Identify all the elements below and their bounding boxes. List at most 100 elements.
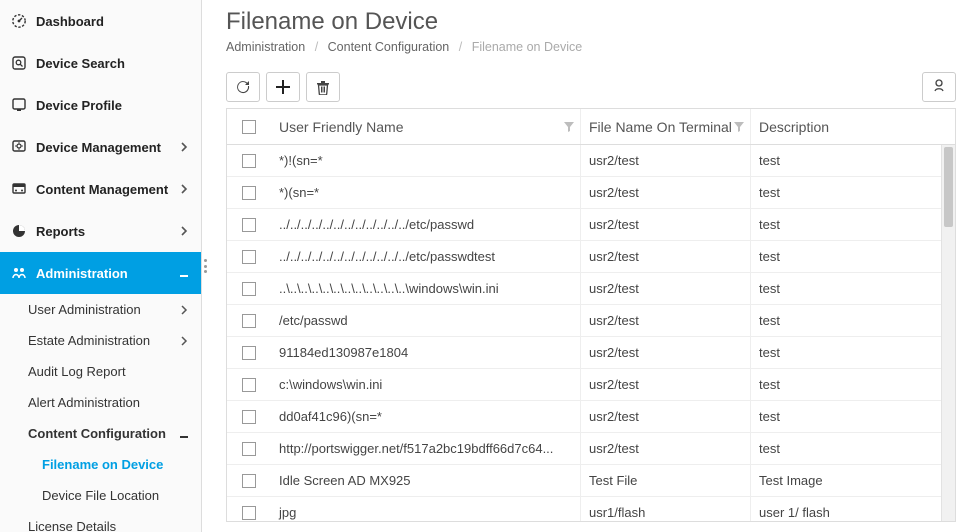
table-row[interactable]: jpgusr1/flashuser 1/ flash — [227, 497, 941, 521]
scrollbar-thumb[interactable] — [944, 147, 953, 227]
nav-administration[interactable]: Administration — [0, 252, 201, 294]
content-management-icon — [10, 180, 28, 198]
td-description: test — [751, 273, 941, 304]
collapse-icon — [177, 266, 191, 280]
trash-icon — [316, 80, 330, 95]
td-user-friendly-name: dd0af41c96)(sn=* — [271, 401, 581, 432]
sub-audit-log-report[interactable]: Audit Log Report — [0, 356, 201, 387]
td-file-name-on-terminal: usr2/test — [581, 337, 751, 368]
toolbar — [210, 66, 972, 108]
breadcrumb-sep: / — [315, 40, 318, 54]
table-row[interactable]: c:\windows\win.iniusr2/testtest — [227, 369, 941, 401]
table-row[interactable]: /etc/passwdusr2/testtest — [227, 305, 941, 337]
td-file-name-on-terminal: Test File — [581, 465, 751, 496]
row-checkbox[interactable] — [242, 186, 256, 200]
td-user-friendly-name: /etc/passwd — [271, 305, 581, 336]
nav-label: Device Profile — [36, 98, 122, 113]
td-select — [227, 209, 271, 240]
device-management-icon — [10, 138, 28, 156]
td-user-friendly-name: jpg — [271, 497, 581, 521]
sub-label: Content Configuration — [28, 426, 166, 441]
nav-device-profile[interactable]: Device Profile — [0, 84, 201, 126]
row-checkbox[interactable] — [242, 250, 256, 264]
nav-device-management[interactable]: Device Management — [0, 126, 201, 168]
row-checkbox[interactable] — [242, 346, 256, 360]
sub-content-configuration[interactable]: Content Configuration — [0, 418, 201, 449]
subsub-filename-on-device[interactable]: Filename on Device — [0, 449, 201, 480]
sub-label: Audit Log Report — [28, 364, 126, 379]
device-profile-icon — [10, 96, 28, 114]
table-row[interactable]: ../../../../../../../../../../../../etc/… — [227, 241, 941, 273]
row-checkbox[interactable] — [242, 442, 256, 456]
filter-icon[interactable] — [564, 122, 574, 132]
admin-subnav: User Administration Estate Administratio… — [0, 294, 201, 532]
refresh-button[interactable] — [226, 72, 260, 102]
main-content: Filename on Device Administration / Cont… — [210, 0, 972, 532]
dashboard-icon — [10, 12, 28, 30]
td-select — [227, 241, 271, 272]
td-file-name-on-terminal: usr2/test — [581, 401, 751, 432]
table-row[interactable]: http://portswigger.net/f517a2bc19bdff66d… — [227, 433, 941, 465]
sub-user-administration[interactable]: User Administration — [0, 294, 201, 325]
nav-device-search[interactable]: Device Search — [0, 42, 201, 84]
row-checkbox[interactable] — [242, 282, 256, 296]
td-select — [227, 305, 271, 336]
chevron-right-icon — [177, 140, 191, 154]
td-user-friendly-name: ../../../../../../../../../../../../etc/… — [271, 209, 581, 240]
table-row[interactable]: dd0af41c96)(sn=*usr2/testtest — [227, 401, 941, 433]
plus-icon — [276, 80, 290, 94]
table-row[interactable]: ../../../../../../../../../../../../etc/… — [227, 209, 941, 241]
select-all-checkbox[interactable] — [242, 120, 256, 134]
sub-license-details[interactable]: License Details — [0, 511, 201, 532]
th-description[interactable]: Description — [751, 109, 941, 144]
breadcrumb-content-configuration[interactable]: Content Configuration — [328, 40, 450, 54]
nav-dashboard[interactable]: Dashboard — [0, 0, 201, 42]
columns-button[interactable] — [922, 72, 956, 102]
row-checkbox[interactable] — [242, 506, 256, 520]
table-row[interactable]: *)(sn=*usr2/testtest — [227, 177, 941, 209]
table-row[interactable]: *)!(sn=*usr2/testtest — [227, 145, 941, 177]
row-checkbox[interactable] — [242, 314, 256, 328]
nav-label: Reports — [36, 224, 85, 239]
vertical-scrollbar[interactable] — [941, 145, 955, 521]
td-description: test — [751, 241, 941, 272]
chevron-right-icon — [177, 182, 191, 196]
nav-reports[interactable]: Reports — [0, 210, 201, 252]
th-file-name-on-terminal[interactable]: File Name On Terminal — [581, 109, 751, 144]
td-description: test — [751, 337, 941, 368]
delete-button[interactable] — [306, 72, 340, 102]
row-checkbox[interactable] — [242, 154, 256, 168]
breadcrumb-sep: / — [459, 40, 462, 54]
row-checkbox[interactable] — [242, 218, 256, 232]
page-title: Filename on Device — [226, 8, 956, 36]
row-checkbox[interactable] — [242, 378, 256, 392]
subsub-device-file-location[interactable]: Device File Location — [0, 480, 201, 511]
td-description: test — [751, 401, 941, 432]
td-select — [227, 497, 271, 521]
chevron-right-icon — [177, 303, 191, 317]
row-checkbox[interactable] — [242, 474, 256, 488]
pane-resize-handle[interactable] — [202, 0, 210, 532]
table-row[interactable]: Idle Screen AD MX925Test FileTest Image — [227, 465, 941, 497]
search-icon — [10, 54, 28, 72]
sub-estate-administration[interactable]: Estate Administration — [0, 325, 201, 356]
filter-icon[interactable] — [734, 122, 744, 132]
sub-label: User Administration — [28, 302, 141, 317]
breadcrumb-administration[interactable]: Administration — [226, 40, 305, 54]
th-user-friendly-name[interactable]: User Friendly Name — [271, 109, 581, 144]
table-row[interactable]: 91184ed130987e1804usr2/testtest — [227, 337, 941, 369]
nav-content-management[interactable]: Content Management — [0, 168, 201, 210]
sub-label: License Details — [28, 519, 116, 532]
td-file-name-on-terminal: usr2/test — [581, 369, 751, 400]
th-label: User Friendly Name — [279, 119, 403, 135]
td-select — [227, 273, 271, 304]
row-checkbox[interactable] — [242, 410, 256, 424]
sub-alert-administration[interactable]: Alert Administration — [0, 387, 201, 418]
add-button[interactable] — [266, 72, 300, 102]
table-row[interactable]: ..\..\..\..\..\..\..\..\..\..\..\..\wind… — [227, 273, 941, 305]
td-user-friendly-name: 91184ed130987e1804 — [271, 337, 581, 368]
th-label: File Name On Terminal — [589, 119, 732, 135]
td-user-friendly-name: c:\windows\win.ini — [271, 369, 581, 400]
columns-icon — [931, 79, 947, 95]
nav-label: Administration — [36, 266, 128, 281]
